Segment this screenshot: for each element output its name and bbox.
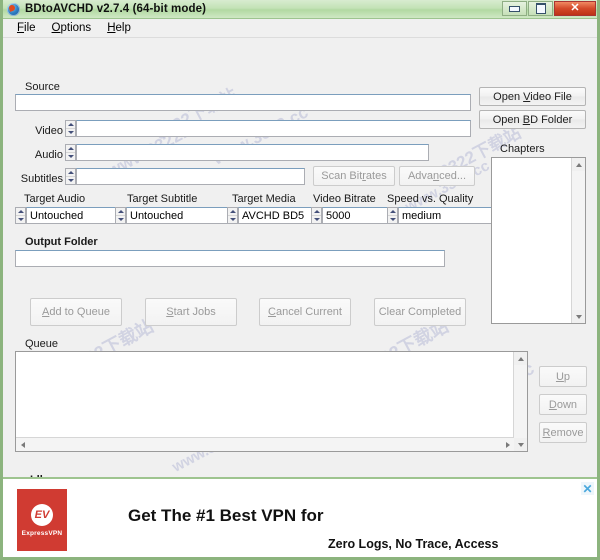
expressvpn-logo: EV ExpressVPN bbox=[17, 489, 67, 551]
cancel-current-button[interactable]: Cancel Current bbox=[259, 298, 351, 326]
output-folder-input[interactable] bbox=[15, 250, 445, 267]
chapters-listbox[interactable] bbox=[491, 157, 586, 324]
menu-file-rest: ile bbox=[24, 22, 36, 34]
title-bar: BDtoAVCHD v2.7.4 (64-bit mode) ✕ bbox=[3, 0, 597, 19]
queue-down-label: Down bbox=[548, 398, 578, 411]
chapters-scroll-up-icon[interactable] bbox=[572, 158, 585, 171]
app-window: BDtoAVCHD v2.7.4 (64-bit mode) ✕ File Op… bbox=[0, 0, 600, 560]
video-bitrate-field bbox=[311, 207, 472, 224]
queue-scroll-down-icon[interactable] bbox=[514, 438, 527, 451]
queue-listbox[interactable] bbox=[15, 351, 528, 452]
menu-help-rest: elp bbox=[115, 22, 131, 34]
chapters-scroll-down-icon[interactable] bbox=[572, 310, 585, 323]
chapters-scrollbar[interactable] bbox=[571, 158, 585, 323]
audio-input[interactable] bbox=[76, 144, 429, 161]
scan-bitrates-button[interactable]: Scan Bitrates bbox=[313, 166, 395, 186]
menu-options[interactable]: Options bbox=[44, 21, 100, 35]
target-subtitle-spinner[interactable] bbox=[115, 207, 126, 224]
speed-quality-spinner[interactable] bbox=[387, 207, 398, 224]
speed-quality-field bbox=[387, 207, 548, 224]
queue-vscrollbar[interactable] bbox=[513, 352, 527, 451]
window-controls: ✕ bbox=[501, 1, 596, 16]
target-subtitle-label: Target Subtitle bbox=[127, 193, 198, 205]
video-spinner[interactable] bbox=[65, 120, 76, 137]
ad-subline: Zero Logs, No Trace, Access bbox=[328, 537, 499, 551]
target-subtitle-field bbox=[115, 207, 276, 224]
menu-file[interactable]: File bbox=[9, 21, 44, 35]
queue-remove-label: Remove bbox=[542, 426, 584, 439]
clear-completed-label: Clear Completed bbox=[378, 306, 462, 318]
target-media-field bbox=[227, 207, 388, 224]
audio-row bbox=[65, 144, 429, 161]
add-to-queue-button[interactable]: Add to Queue bbox=[30, 298, 122, 326]
maximize-icon bbox=[535, 3, 546, 14]
target-audio-spinner[interactable] bbox=[15, 207, 26, 224]
subtitles-row bbox=[65, 168, 305, 185]
queue-scroll-up-icon[interactable] bbox=[514, 352, 527, 365]
advanced-label: Advanced... bbox=[407, 170, 467, 182]
subtitles-input[interactable] bbox=[76, 168, 305, 185]
queue-up-label: Up bbox=[555, 370, 571, 383]
target-media-label: Target Media bbox=[232, 193, 296, 205]
chapters-label: Chapters bbox=[500, 143, 545, 155]
advanced-button[interactable]: Advanced... bbox=[399, 166, 475, 186]
open-bd-folder-button[interactable]: Open BD Folder bbox=[479, 110, 586, 129]
output-folder-label: Output Folder bbox=[25, 236, 98, 248]
target-audio-label: Target Audio bbox=[24, 193, 86, 205]
speed-quality-label: Speed vs. Quality bbox=[387, 193, 474, 205]
video-label: Video bbox=[35, 125, 63, 137]
clear-completed-button[interactable]: Clear Completed bbox=[374, 298, 466, 326]
ad-banner[interactable]: EV ExpressVPN Get The #1 Best VPN for Ze… bbox=[3, 477, 597, 557]
scan-bitrates-label: Scan Bitrates bbox=[321, 170, 387, 182]
open-video-file-label: Open Video File bbox=[493, 90, 572, 103]
video-bitrate-spinner[interactable] bbox=[311, 207, 322, 224]
start-jobs-label: Start Jobs bbox=[166, 306, 216, 318]
video-input[interactable] bbox=[76, 120, 471, 137]
queue-hscrollbar[interactable] bbox=[16, 437, 514, 451]
start-jobs-button[interactable]: Start Jobs bbox=[145, 298, 237, 326]
ev-mark-icon: EV bbox=[31, 503, 53, 526]
queue-scroll-left-icon[interactable] bbox=[16, 438, 29, 451]
video-row bbox=[65, 120, 471, 137]
target-media-spinner[interactable] bbox=[227, 207, 238, 224]
close-icon: ✕ bbox=[570, 2, 580, 14]
open-bd-folder-label: Open BD Folder bbox=[492, 113, 573, 126]
target-audio-field bbox=[15, 207, 176, 224]
subtitles-spinner[interactable] bbox=[65, 168, 76, 185]
video-bitrate-label: Video Bitrate bbox=[313, 193, 376, 205]
window-title: BDtoAVCHD v2.7.4 (64-bit mode) bbox=[25, 3, 207, 15]
minimize-button[interactable] bbox=[502, 1, 527, 16]
app-disc-icon bbox=[7, 2, 20, 16]
minimize-icon bbox=[509, 5, 520, 12]
queue-label: Queue bbox=[25, 338, 59, 350]
ad-headline: Get The #1 Best VPN for bbox=[128, 506, 324, 525]
maximize-button[interactable] bbox=[528, 1, 553, 16]
menu-bar: File Options Help bbox=[3, 19, 597, 38]
source-path-input[interactable] bbox=[15, 94, 471, 111]
menu-help[interactable]: Help bbox=[99, 21, 139, 35]
queue-up-button[interactable]: Up bbox=[539, 366, 587, 387]
main-content: 3322下载站 www.3322.cc www.3322.cc 3322下载站 … bbox=[3, 38, 597, 506]
queue-remove-button[interactable]: Remove bbox=[539, 422, 587, 443]
add-to-queue-label: Add to Queue bbox=[42, 306, 110, 318]
menu-options-rest: ptions bbox=[60, 22, 92, 34]
open-video-file-button[interactable]: Open Video File bbox=[479, 87, 586, 106]
cancel-current-label: Cancel Current bbox=[268, 306, 342, 318]
ad-close-icon[interactable]: ✕ bbox=[581, 482, 594, 495]
queue-down-button[interactable]: Down bbox=[539, 394, 587, 415]
audio-label: Audio bbox=[34, 149, 63, 161]
audio-spinner[interactable] bbox=[65, 144, 76, 161]
queue-scroll-right-icon[interactable] bbox=[501, 438, 514, 451]
ad-brand-name: ExpressVPN bbox=[21, 529, 63, 537]
subtitles-label: Subtitles bbox=[20, 173, 63, 185]
source-group-label: Source bbox=[25, 81, 60, 93]
close-button[interactable]: ✕ bbox=[554, 1, 596, 16]
